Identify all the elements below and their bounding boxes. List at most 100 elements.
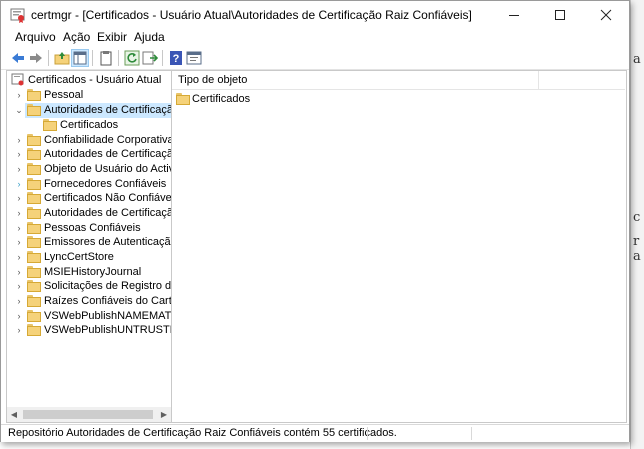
chevron-right-icon[interactable]: › bbox=[14, 279, 24, 294]
chevron-down-icon[interactable]: ⌄ bbox=[14, 103, 24, 118]
chevron-right-icon[interactable]: › bbox=[14, 206, 24, 221]
chevron-right-icon[interactable]: › bbox=[14, 162, 24, 177]
tree-root[interactable]: Certificados - Usuário Atual bbox=[7, 73, 171, 88]
column-header[interactable]: Tipo de objeto bbox=[172, 71, 625, 90]
show-hide-tree-icon bbox=[73, 51, 87, 65]
forward-button[interactable] bbox=[27, 49, 45, 67]
tree-item-label: VSWebPublishUNTRUSTEDRC bbox=[44, 324, 171, 336]
tree-item-label: Raízes Confiáveis do Cartão Ir bbox=[44, 295, 172, 307]
back-arrow-icon bbox=[12, 53, 24, 63]
tree-item-label: Autoridades de Certificação F bbox=[44, 207, 171, 219]
tree-item-label: Autoridades de Certificação I bbox=[44, 148, 172, 160]
folder-icon bbox=[27, 222, 41, 234]
close-button[interactable] bbox=[583, 1, 629, 29]
tree-item[interactable]: › Pessoas Confiáveis bbox=[7, 221, 171, 236]
export-list-button[interactable] bbox=[141, 49, 159, 67]
tree-item[interactable]: › Certificados Não Confiáveis bbox=[7, 191, 171, 206]
menu-bar: Arquivo Ação Exibir Ajuda bbox=[1, 29, 629, 47]
menu-exibir[interactable]: Exibir bbox=[97, 30, 127, 44]
folder-icon bbox=[27, 236, 41, 248]
tree-item-label: Certificados bbox=[60, 119, 119, 131]
menu-ajuda[interactable]: Ajuda bbox=[134, 30, 165, 44]
folder-icon bbox=[27, 207, 41, 219]
properties-icon bbox=[186, 51, 202, 65]
folder-icon bbox=[27, 89, 41, 101]
menu-acao[interactable]: Ação bbox=[63, 30, 90, 44]
tree-item[interactable]: › MSIEHistoryJournal bbox=[7, 265, 171, 280]
toolbar-separator bbox=[162, 50, 163, 66]
folder-icon bbox=[176, 93, 190, 105]
tree-item[interactable]: › VSWebPublishUNTRUSTEDRC bbox=[7, 323, 171, 338]
chevron-right-icon[interactable]: › bbox=[14, 309, 24, 324]
minimize-button[interactable] bbox=[491, 1, 537, 29]
status-bar: Repositório Autoridades de Certificação … bbox=[1, 424, 629, 442]
folder-icon bbox=[27, 192, 41, 204]
tree-root-label: Certificados - Usuário Atual bbox=[28, 74, 162, 86]
chevron-right-icon[interactable]: › bbox=[14, 235, 24, 250]
status-text: Repositório Autoridades de Certificação … bbox=[8, 427, 397, 439]
tree-item[interactable]: › LyncCertStore bbox=[7, 250, 171, 265]
background-window-edge: a c r a bbox=[630, 0, 644, 449]
window-title: certmgr - [Certificados - Usuário Atual\… bbox=[31, 8, 472, 22]
tree-item[interactable]: › Pessoal bbox=[7, 88, 171, 103]
tree-item-label: MSIEHistoryJournal bbox=[44, 266, 142, 278]
copy-button[interactable] bbox=[97, 49, 115, 67]
chevron-right-icon[interactable]: › bbox=[14, 191, 24, 206]
help-button[interactable]: ? bbox=[167, 49, 185, 67]
chevron-right-icon[interactable]: › bbox=[14, 88, 24, 103]
scrollbar-thumb[interactable] bbox=[23, 410, 153, 419]
help-icon: ? bbox=[170, 51, 182, 65]
chevron-right-icon[interactable]: › bbox=[14, 294, 24, 309]
maximize-button[interactable] bbox=[537, 1, 583, 29]
up-one-level-button[interactable] bbox=[53, 49, 71, 67]
status-separator bbox=[367, 427, 368, 440]
tree-item-label: Emissores de Autenticação d bbox=[44, 236, 172, 248]
scroll-left-icon[interactable]: ◀ bbox=[7, 407, 21, 422]
refresh-icon bbox=[124, 50, 140, 66]
certmgr-window: certmgr - [Certificados - Usuário Atual\… bbox=[0, 0, 630, 442]
folder-icon bbox=[27, 178, 41, 190]
tree-item[interactable]: › VSWebPublishNAMEMATCHC bbox=[7, 309, 171, 324]
chevron-right-icon[interactable]: › bbox=[14, 265, 24, 280]
tree-item-label: Pessoal bbox=[44, 89, 84, 101]
show-hide-tree-button[interactable] bbox=[71, 49, 89, 67]
background-fragment: r a bbox=[633, 234, 641, 264]
status-separator bbox=[471, 427, 472, 440]
chevron-right-icon[interactable]: › bbox=[14, 177, 24, 192]
toolbar-separator bbox=[118, 50, 119, 66]
folder-icon bbox=[27, 134, 41, 146]
tree-item[interactable]: › Raízes Confiáveis do Cartão Ir bbox=[7, 294, 171, 309]
tree-item[interactable]: › Fornecedores Confiáveis bbox=[7, 177, 171, 192]
title-bar[interactable]: certmgr - [Certificados - Usuário Atual\… bbox=[1, 1, 629, 29]
tree-item[interactable]: › Objeto de Usuário do Active I bbox=[7, 162, 171, 177]
horizontal-scrollbar[interactable]: ◀ ▶ bbox=[7, 407, 171, 422]
chevron-right-icon[interactable]: › bbox=[14, 147, 24, 162]
chevron-right-icon[interactable]: › bbox=[14, 250, 24, 265]
tree-item-selected[interactable]: Autoridades de Certificação R bbox=[25, 103, 171, 118]
tree-item-child[interactable]: Certificados bbox=[7, 118, 171, 133]
toolbar-separator bbox=[92, 50, 93, 66]
column-separator[interactable] bbox=[538, 71, 539, 89]
tree-item[interactable]: › Autoridades de Certificação I bbox=[7, 147, 171, 162]
folder-icon bbox=[27, 295, 41, 307]
tree-item-label: Certificados Não Confiáveis bbox=[44, 192, 172, 204]
refresh-button[interactable] bbox=[123, 49, 141, 67]
back-button[interactable] bbox=[9, 49, 27, 67]
tree-item-label: LyncCertStore bbox=[44, 251, 114, 263]
menu-arquivo[interactable]: Arquivo bbox=[15, 30, 56, 44]
folder-icon bbox=[27, 280, 41, 292]
tree-item[interactable]: › Autoridades de Certificação F bbox=[7, 206, 171, 221]
scroll-right-icon[interactable]: ▶ bbox=[157, 407, 171, 422]
tree-item[interactable]: › Solicitações de Registro de Ce bbox=[7, 279, 171, 294]
properties-button[interactable] bbox=[185, 49, 203, 67]
chevron-right-icon[interactable]: › bbox=[14, 133, 24, 148]
maximize-icon bbox=[555, 10, 565, 20]
close-icon bbox=[600, 9, 612, 21]
folder-icon bbox=[27, 104, 41, 116]
tree-item[interactable]: › Confiabilidade Corporativa bbox=[7, 133, 171, 148]
tree-item[interactable]: › Emissores de Autenticação d bbox=[7, 235, 171, 250]
chevron-right-icon[interactable]: › bbox=[14, 323, 24, 338]
background-fragment: c bbox=[633, 210, 641, 225]
toolbar-separator bbox=[48, 50, 49, 66]
chevron-right-icon[interactable]: › bbox=[14, 221, 24, 236]
